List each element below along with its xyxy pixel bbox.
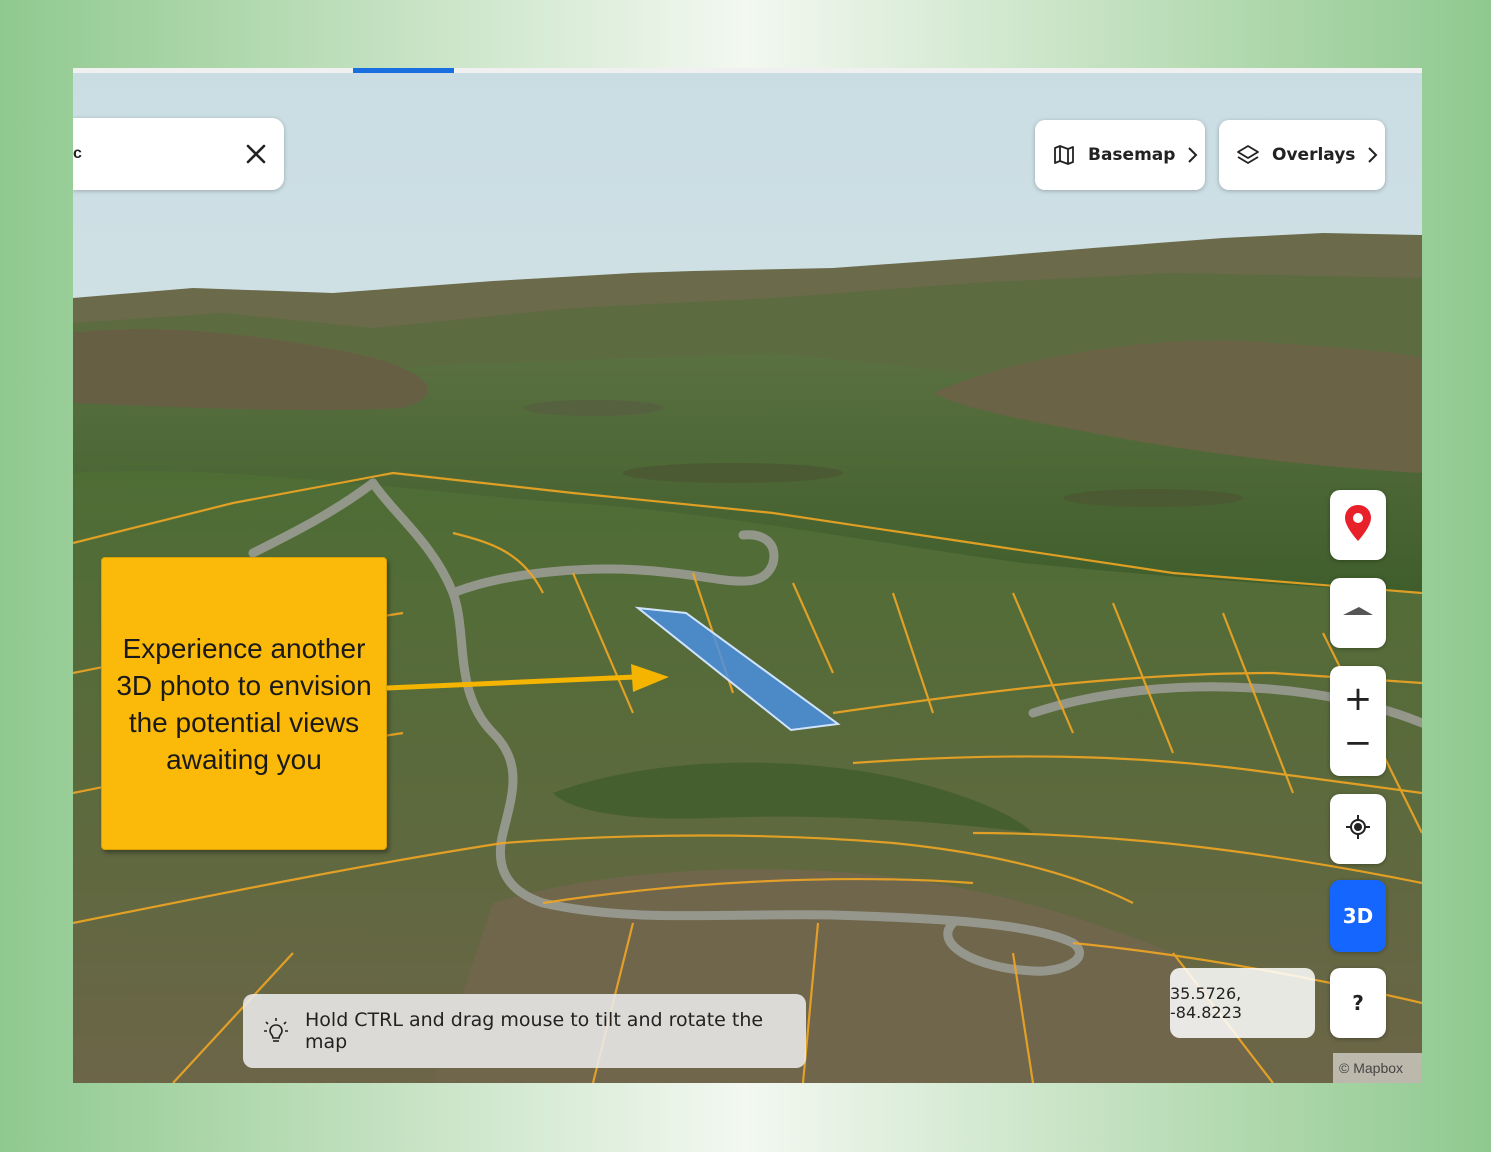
chevron-right-icon: [1365, 146, 1379, 164]
map-pin-icon: [1344, 504, 1372, 547]
overlays-button[interactable]: Overlays: [1219, 120, 1385, 190]
zoom-out-button[interactable]: −: [1330, 721, 1386, 765]
crosshair-icon: [1345, 814, 1371, 845]
search-box[interactable]: c: [73, 118, 284, 190]
hint-text: Hold CTRL and drag mouse to tilt and rot…: [305, 1009, 764, 1053]
map-icon: [1052, 143, 1076, 167]
overlays-label: Overlays: [1272, 145, 1356, 165]
locate-me-button[interactable]: [1330, 794, 1386, 864]
callout-arrow: [387, 664, 669, 692]
drop-pin-button[interactable]: [1330, 490, 1386, 560]
callout-text: Experience another 3D photo to envision …: [116, 632, 372, 775]
three-d-toggle-button[interactable]: 3D: [1330, 880, 1386, 952]
close-icon[interactable]: [242, 140, 270, 168]
basemap-button[interactable]: Basemap: [1035, 120, 1205, 190]
lightbulb-icon: [263, 1016, 289, 1046]
layers-icon: [1236, 143, 1260, 167]
map-attribution[interactable]: © Mapbox: [1333, 1053, 1422, 1083]
help-button[interactable]: ?: [1330, 968, 1386, 1038]
basemap-label: Basemap: [1088, 145, 1176, 165]
tilt-hint-banner: Hold CTRL and drag mouse to tilt and rot…: [243, 994, 806, 1068]
terrain-tilt-icon: [1341, 604, 1375, 623]
tilt-view-button[interactable]: [1330, 578, 1386, 648]
zoom-in-button[interactable]: +: [1330, 677, 1386, 721]
chevron-right-icon: [1185, 146, 1199, 164]
search-query-text: c: [73, 145, 82, 162]
zoom-control: + −: [1330, 666, 1386, 776]
coordinates-readout: 35.5726, -84.8223: [1170, 968, 1315, 1038]
promo-callout-box: Experience another 3D photo to envision …: [101, 557, 387, 850]
